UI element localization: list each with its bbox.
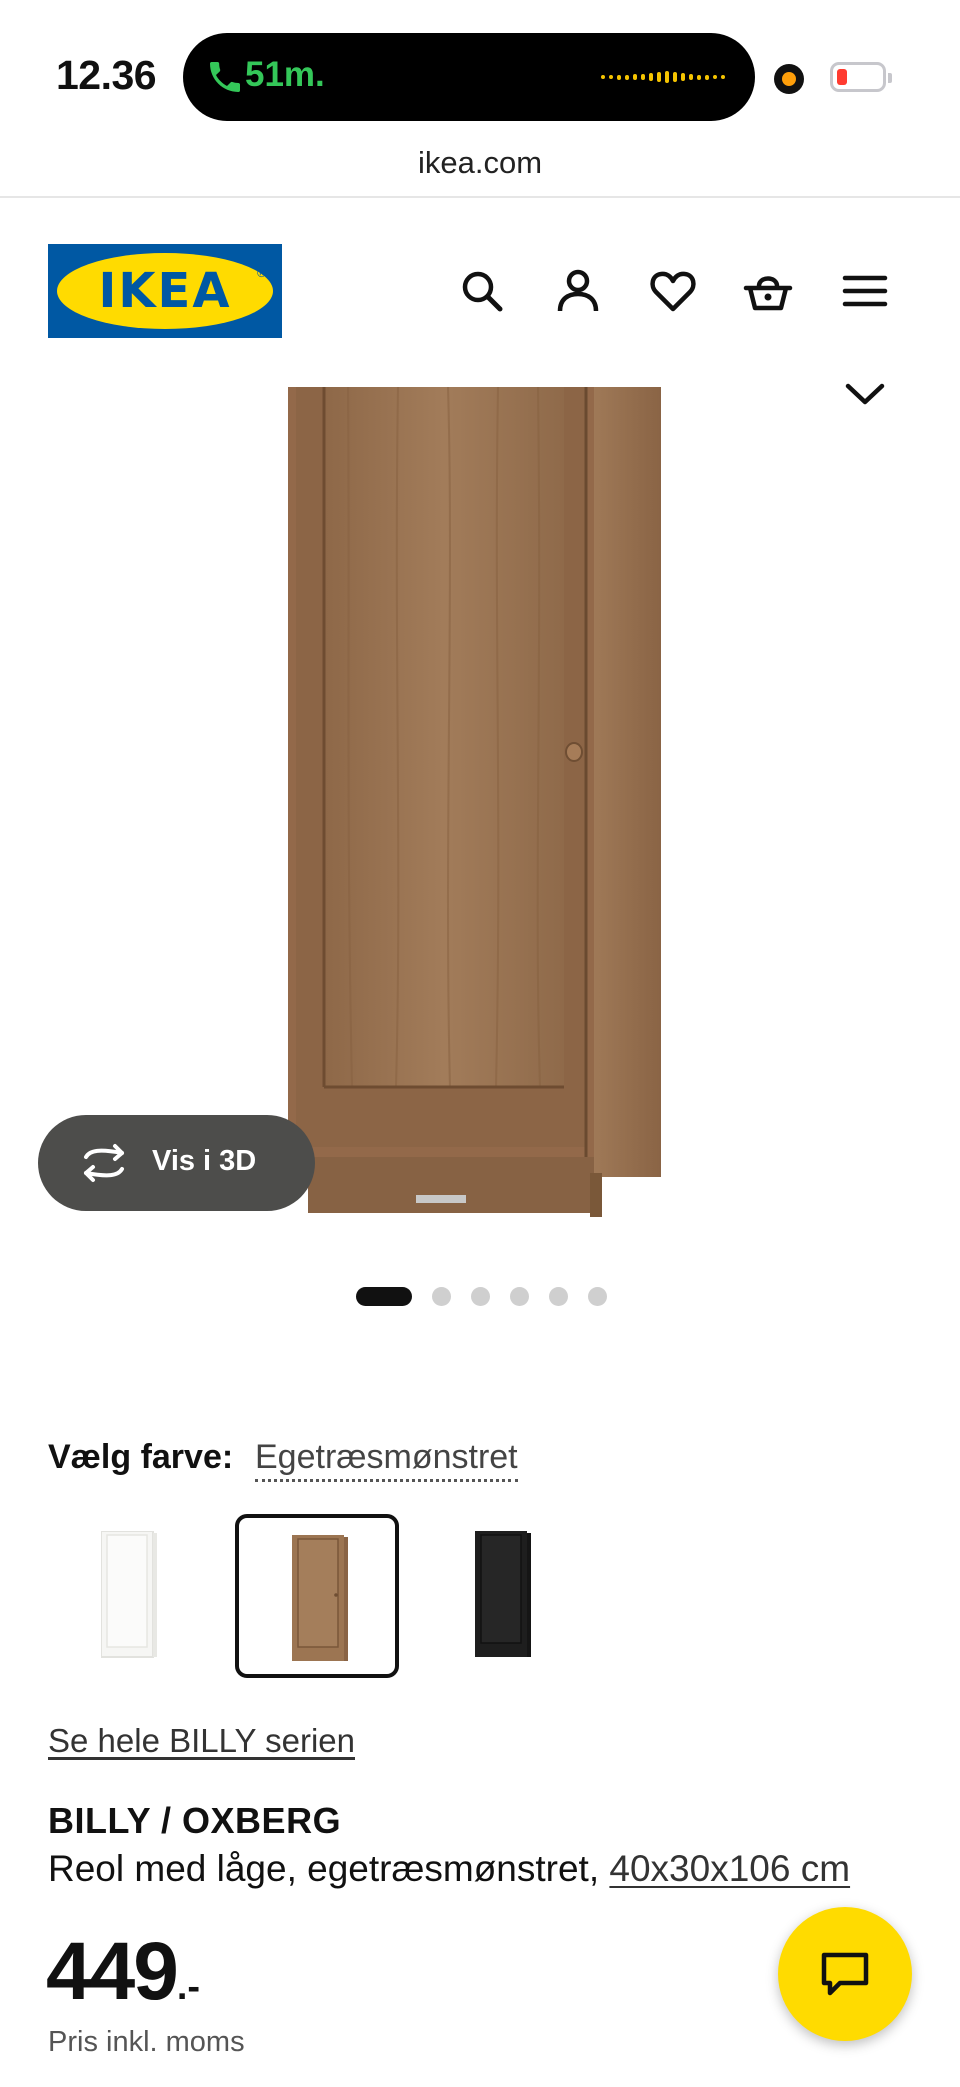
- url-bar[interactable]: ikea.com: [0, 145, 960, 181]
- product-description-text: Reol med låge, egetræsmønstret,: [48, 1848, 610, 1889]
- phone-icon: [205, 57, 245, 97]
- battery-icon: [830, 62, 892, 92]
- dynamic-island[interactable]: 51m.: [183, 33, 755, 121]
- basket-icon[interactable]: [743, 266, 793, 316]
- account-icon[interactable]: [553, 266, 603, 316]
- search-icon[interactable]: [457, 266, 507, 316]
- color-swatch-oak[interactable]: [235, 1514, 399, 1678]
- status-time: 12.36: [56, 52, 157, 98]
- gallery-dot[interactable]: [588, 1287, 607, 1306]
- heart-icon[interactable]: [648, 266, 698, 316]
- series-link[interactable]: Se hele BILLY serien: [48, 1722, 355, 1760]
- product-description: Reol med låge, egetræsmønstret, 40x30x10…: [48, 1848, 850, 1890]
- gallery-dot[interactable]: [432, 1287, 451, 1306]
- gallery-dot[interactable]: [510, 1287, 529, 1306]
- chat-icon: [821, 1952, 869, 1996]
- logo-text: IKEA: [98, 263, 232, 319]
- price-integer: 449: [46, 1926, 179, 2017]
- audio-wave-icon: [601, 71, 725, 83]
- gallery-dot[interactable]: [471, 1287, 490, 1306]
- chat-button[interactable]: [778, 1907, 912, 2041]
- selected-color-value[interactable]: Egetræsmønstret: [255, 1438, 518, 1482]
- recording-indicator-icon: [774, 64, 804, 94]
- divider: [0, 196, 960, 198]
- price-note: Pris inkl. moms: [48, 2026, 245, 2058]
- color-picker-label: Vælg farve:: [48, 1438, 234, 1476]
- ikea-logo[interactable]: IKEA ®: [48, 244, 282, 338]
- view-3d-label: Vis i 3D: [152, 1145, 257, 1177]
- chevron-down-icon[interactable]: [843, 380, 887, 408]
- product-price: 449.-: [46, 1925, 200, 2019]
- price-suffix: .-: [176, 1966, 201, 2008]
- product-image[interactable]: [288, 386, 672, 1227]
- color-swatch-black[interactable]: [422, 1514, 586, 1678]
- gallery-dot[interactable]: [549, 1287, 568, 1306]
- product-name: BILLY / OXBERG: [48, 1800, 342, 1841]
- color-swatch-white[interactable]: [48, 1514, 212, 1678]
- call-duration: 51m.: [245, 55, 325, 94]
- rotate-3d-icon: [84, 1144, 124, 1182]
- view-3d-button[interactable]: Vis i 3D: [38, 1115, 315, 1211]
- gallery-pagination[interactable]: [356, 1287, 607, 1306]
- menu-icon[interactable]: [840, 266, 890, 316]
- product-measurements-link[interactable]: 40x30x106 cm: [609, 1848, 850, 1889]
- gallery-dot-active[interactable]: [356, 1287, 412, 1306]
